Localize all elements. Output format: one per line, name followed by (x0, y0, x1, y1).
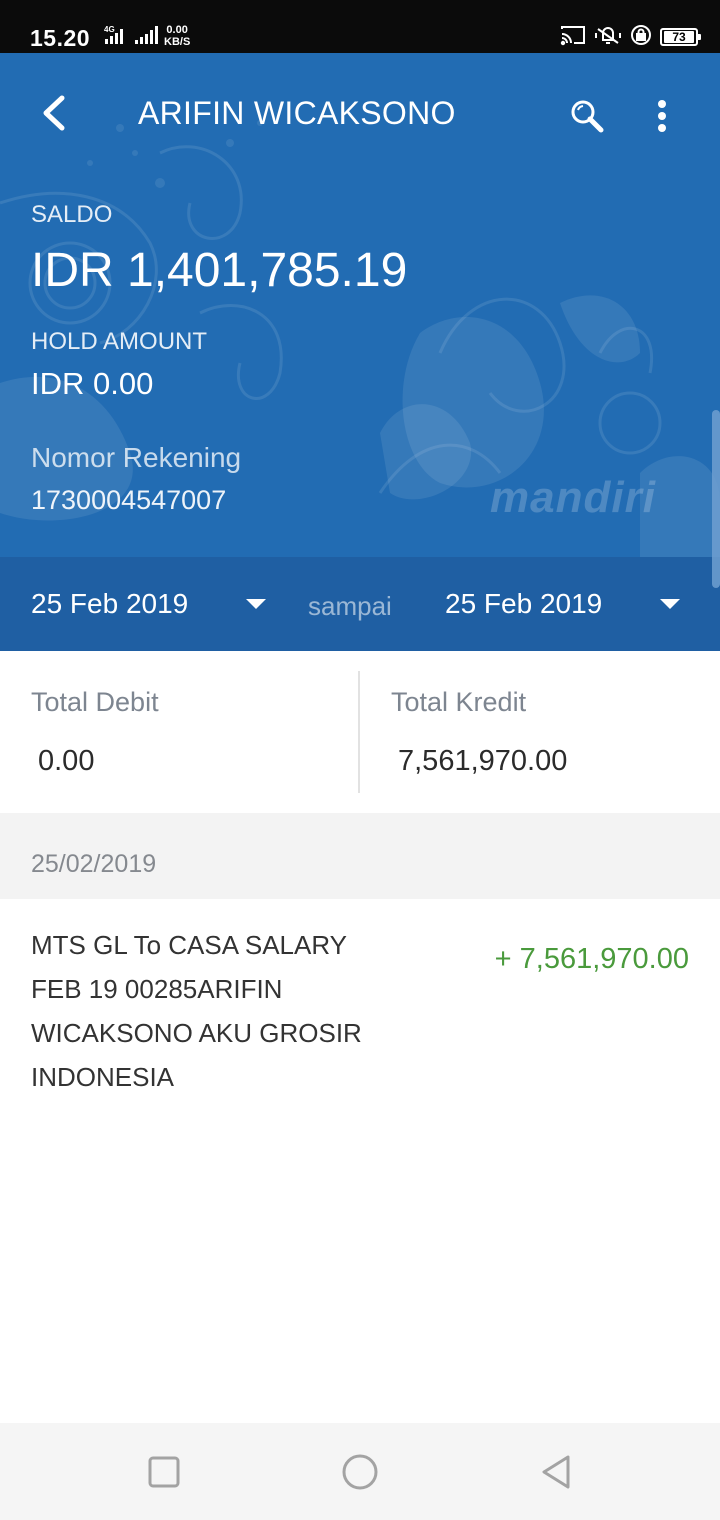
total-debit-label: Total Debit (31, 687, 159, 717)
status-icons: 73 (560, 24, 701, 51)
total-credit-label: Total Kredit (391, 687, 527, 717)
transaction-row[interactable]: MTS GL To CASA SALARY FEB 19 00285ARIFIN… (0, 899, 720, 1119)
balance-label: SALDO (31, 201, 113, 228)
total-debit-value: 0.00 (38, 745, 95, 777)
system-navigation-bar (0, 1423, 720, 1520)
battery-icon: 73 (660, 28, 701, 46)
square-icon (148, 1456, 180, 1488)
signal-icon: 4G (104, 24, 160, 51)
transaction-description: MTS GL To CASA SALARY FEB 19 00285ARIFIN… (31, 930, 362, 1092)
back-arrow-icon (43, 95, 65, 131)
more-options-button[interactable] (640, 91, 684, 141)
recent-apps-button[interactable] (139, 1447, 189, 1497)
date-range-separator: sampai (308, 591, 392, 621)
scrollbar-thumb[interactable] (712, 410, 720, 588)
back-nav-button[interactable] (531, 1447, 581, 1497)
back-button[interactable] (30, 89, 78, 137)
net-speed: 0.00 KB/S (164, 24, 190, 48)
totals-summary: Total Debit 0.00 Total Kredit 7,561,970.… (0, 651, 720, 813)
total-credit: Total Kredit 7,561,970.00 (360, 651, 720, 813)
search-icon (571, 100, 604, 133)
vibrate-icon (594, 24, 622, 51)
transaction-amount: + 7,561,970.00 (494, 943, 689, 975)
account-number: 1730004547007 (31, 485, 227, 515)
total-credit-value: 7,561,970.00 (398, 745, 568, 777)
total-debit: Total Debit 0.00 (0, 651, 358, 813)
status-time: 15.20 (30, 25, 91, 51)
cast-icon (560, 24, 586, 51)
transaction-date: 25/02/2019 (31, 850, 157, 878)
start-date-dropdown[interactable]: 25 Feb 2019 (31, 557, 271, 651)
mandiri-logo: mandiri (490, 473, 656, 522)
balance-value: IDR 1,401,785.19 (31, 244, 408, 297)
transaction-date-header: 25/02/2019 (0, 813, 720, 899)
date-range-filter: 25 Feb 2019 sampai 25 Feb 2019 (0, 557, 720, 651)
svg-text:4G: 4G (104, 25, 115, 34)
dropdown-arrow-icon (660, 599, 680, 609)
hold-amount-value: IDR 0.00 (31, 366, 154, 401)
dropdown-arrow-icon (246, 599, 266, 609)
end-date-dropdown[interactable]: 25 Feb 2019 (445, 557, 685, 651)
account-header: ARIFIN WICAKSONO SALDO IDR 1,401,785.19 … (0, 53, 720, 651)
lock-rotation-icon (630, 24, 652, 51)
account-number-label: Nomor Rekening (31, 442, 242, 473)
circle-icon (342, 1454, 378, 1490)
net-speed-value: 0.00 (166, 24, 188, 36)
battery-level: 73 (664, 31, 694, 43)
toolbar: ARIFIN WICAKSONO (0, 53, 720, 171)
end-date-value: 25 Feb 2019 (445, 588, 603, 619)
net-speed-unit: KB/S (164, 36, 191, 48)
search-button[interactable] (562, 91, 612, 141)
status-bar: 15.20 4G 0.00 KB/S 73 (0, 0, 720, 53)
page-title: ARIFIN WICAKSONO (138, 95, 456, 131)
hold-amount-label: HOLD AMOUNT (31, 328, 208, 355)
more-vert-icon (658, 100, 666, 132)
triangle-back-icon (542, 1455, 570, 1489)
start-date-value: 25 Feb 2019 (31, 588, 189, 619)
home-button[interactable] (335, 1447, 385, 1497)
